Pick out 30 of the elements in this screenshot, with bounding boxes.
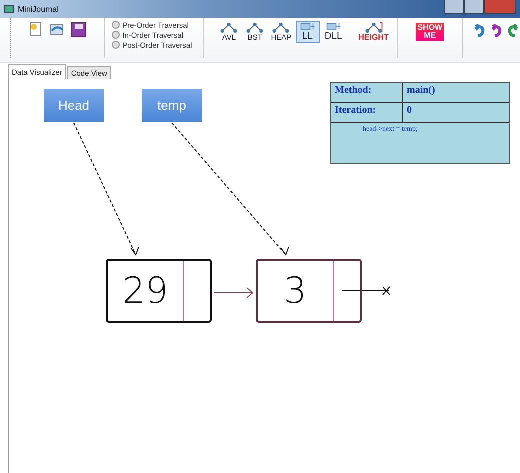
radio-button[interactable] xyxy=(112,41,120,49)
undo-icon[interactable] xyxy=(490,24,503,38)
radio-button[interactable] xyxy=(112,31,120,39)
app-icon xyxy=(4,5,14,13)
pointer-label: temp xyxy=(142,89,202,122)
tree-icon xyxy=(245,22,266,33)
tree-button[interactable]: HEIGHT xyxy=(356,21,391,43)
open-icon[interactable] xyxy=(50,22,66,38)
list-button[interactable]: LL xyxy=(296,21,320,43)
method-value: main() xyxy=(406,84,436,98)
null-arrow xyxy=(342,286,390,296)
undo-icon[interactable] xyxy=(473,24,486,38)
tree-icon xyxy=(364,22,384,33)
list-button[interactable]: DLL xyxy=(322,21,346,43)
window-title: MiniJournal xyxy=(18,4,59,14)
tree-icon xyxy=(271,22,292,33)
redo-icon[interactable] xyxy=(507,24,520,38)
tree-icon xyxy=(219,22,240,33)
show-me-button[interactable]: SHOW ME xyxy=(416,23,444,41)
node-value: 29 xyxy=(122,270,170,314)
method-label: Method: xyxy=(331,83,403,102)
minimize-button[interactable] xyxy=(444,0,464,14)
save-icon[interactable] xyxy=(71,22,87,38)
iteration-label: Iteration: xyxy=(331,103,403,122)
radio-button[interactable] xyxy=(112,21,120,29)
iteration-value: 0 xyxy=(406,104,413,118)
pointer-label: Head xyxy=(44,89,104,122)
next-arrow xyxy=(214,288,254,298)
node-value: 3 xyxy=(283,270,308,314)
maximize-button[interactable] xyxy=(464,0,484,14)
